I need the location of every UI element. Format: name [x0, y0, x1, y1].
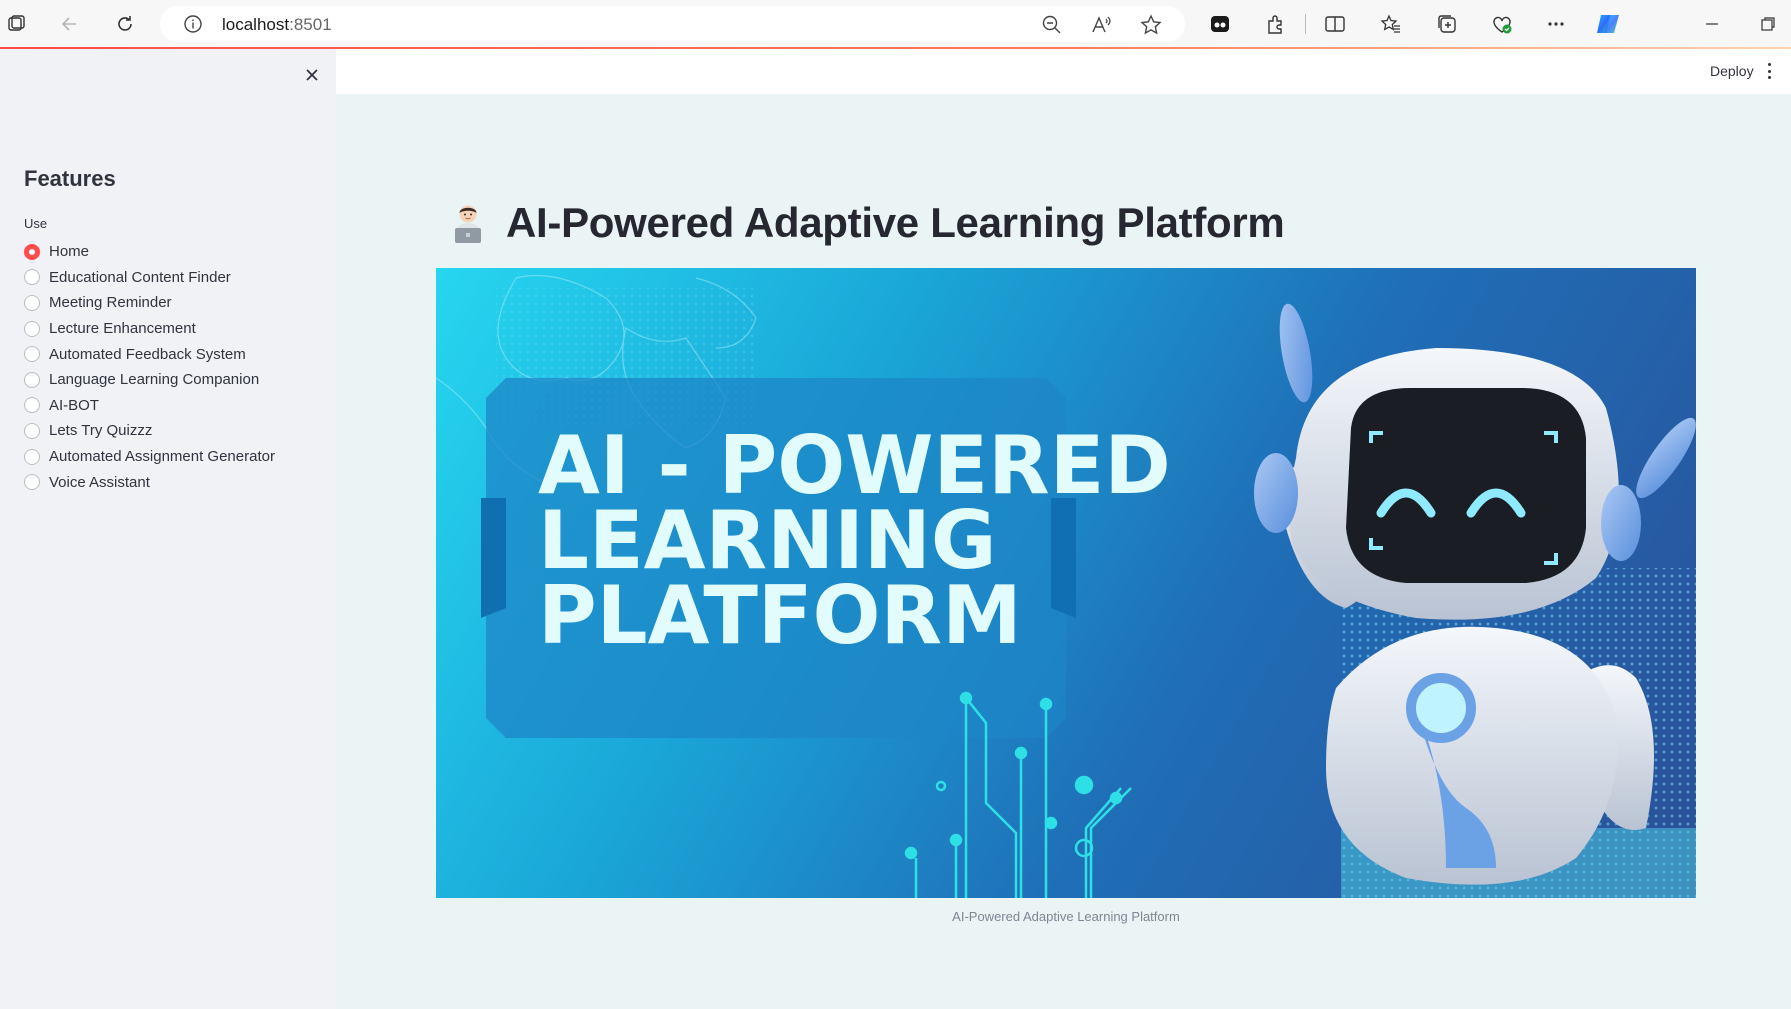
radio-unselected-icon[interactable]: [24, 448, 40, 465]
minimize-window-icon[interactable]: [1698, 10, 1726, 38]
url-port: :8501: [289, 15, 332, 34]
radio-selected-icon[interactable]: [24, 243, 40, 260]
radio-option-ai-bot[interactable]: AI-BOT: [24, 393, 324, 419]
radio-option-voice-assistant[interactable]: Voice Assistant: [24, 469, 324, 495]
zoom-out-icon[interactable]: [1041, 14, 1063, 41]
site-info-icon[interactable]: [183, 14, 203, 39]
deploy-button[interactable]: Deploy: [1710, 63, 1754, 79]
radio-option-automated-assignment-generator[interactable]: Automated Assignment Generator: [24, 444, 324, 470]
radio-option-language-learning-companion[interactable]: Language Learning Companion: [24, 367, 324, 393]
radio-unselected-icon[interactable]: [24, 371, 40, 388]
radio-option-lecture-enhancement[interactable]: Lecture Enhancement: [24, 316, 324, 342]
hero-title-line-3: PLATFORM: [538, 569, 1022, 662]
browser-toolbar: localhost:8501: [0, 0, 1791, 48]
hero-image: AI - POWERED LEARNING PLATFORM: [436, 268, 1696, 898]
read-aloud-icon[interactable]: [1090, 14, 1112, 41]
toolbar-divider: [1305, 14, 1306, 34]
radio-option-label: Meeting Reminder: [49, 294, 172, 312]
extension-app-icon[interactable]: [1206, 10, 1234, 38]
radio-option-home[interactable]: Home: [24, 239, 324, 265]
tab-actions-icon[interactable]: [2, 10, 30, 38]
more-options-icon[interactable]: [1542, 10, 1570, 38]
radio-option-label: Home: [49, 243, 90, 261]
refresh-icon[interactable]: [111, 10, 139, 38]
url-host: localhost: [222, 15, 290, 34]
url-text: localhost:8501: [222, 15, 332, 35]
browser-essentials-icon[interactable]: [1488, 10, 1516, 38]
radio-unselected-icon[interactable]: [24, 474, 40, 491]
page-title-row: AI-Powered Adaptive Learning Platform: [446, 199, 1285, 247]
technologist-emoji-icon: [446, 201, 490, 245]
radio-option-label: Automated Assignment Generator: [49, 448, 275, 466]
radio-group-label: Use: [24, 216, 48, 231]
copilot-icon[interactable]: [1594, 10, 1622, 38]
app-header: Deploy: [336, 49, 1791, 94]
panel-tab-left: [481, 498, 506, 618]
radio-option-label: Language Learning Companion: [49, 371, 260, 389]
back-icon[interactable]: [56, 10, 84, 38]
radio-option-label: Lets Try Quizzz: [49, 422, 153, 440]
extensions-puzzle-icon[interactable]: [1262, 10, 1290, 38]
radio-option-label: Lecture Enhancement: [49, 320, 196, 338]
panel-tab-right: [1051, 498, 1076, 618]
sidebar-close-button[interactable]: [300, 63, 324, 87]
radio-option-label: AI-BOT: [49, 396, 100, 414]
radio-option-meeting-reminder[interactable]: Meeting Reminder: [24, 290, 324, 316]
sidebar-title: Features: [24, 166, 116, 191]
sidebar: Features Use Home Educational Content Fin…: [0, 49, 336, 1009]
close-icon: [306, 69, 318, 81]
radio-unselected-icon[interactable]: [24, 269, 40, 286]
page-title: AI-Powered Adaptive Learning Platform: [506, 199, 1285, 246]
radio-option-automated-feedback-system[interactable]: Automated Feedback System: [24, 341, 324, 367]
radio-unselected-icon[interactable]: [24, 397, 40, 414]
hero-image-caption: AI-Powered Adaptive Learning Platform: [952, 909, 1180, 924]
radio-unselected-icon[interactable]: [24, 422, 40, 439]
main-menu-icon[interactable]: [1764, 61, 1774, 81]
main-content: Deploy AI-Powered Adaptive Learning Plat…: [336, 49, 1791, 1009]
favorite-star-icon[interactable]: [1140, 14, 1162, 41]
restore-window-icon[interactable]: [1754, 10, 1782, 38]
favorites-icon[interactable]: [1377, 10, 1405, 38]
radio-unselected-icon[interactable]: [24, 320, 40, 337]
radio-unselected-icon[interactable]: [24, 346, 40, 363]
radio-unselected-icon[interactable]: [24, 294, 40, 311]
split-screen-icon[interactable]: [1321, 10, 1349, 38]
address-bar[interactable]: localhost:8501: [160, 6, 1185, 42]
collections-icon[interactable]: [1433, 10, 1461, 38]
radio-option-label: Educational Content Finder: [49, 268, 231, 286]
radio-option-label: Voice Assistant: [49, 473, 150, 491]
feature-radio-group: Home Educational Content Finder Meeting Re…: [24, 239, 324, 495]
radio-option-educational-content-finder[interactable]: Educational Content Finder: [24, 265, 324, 291]
radio-option-label: Automated Feedback System: [49, 345, 246, 363]
radio-option-lets-try-quizzz[interactable]: Lets Try Quizzz: [24, 418, 324, 444]
